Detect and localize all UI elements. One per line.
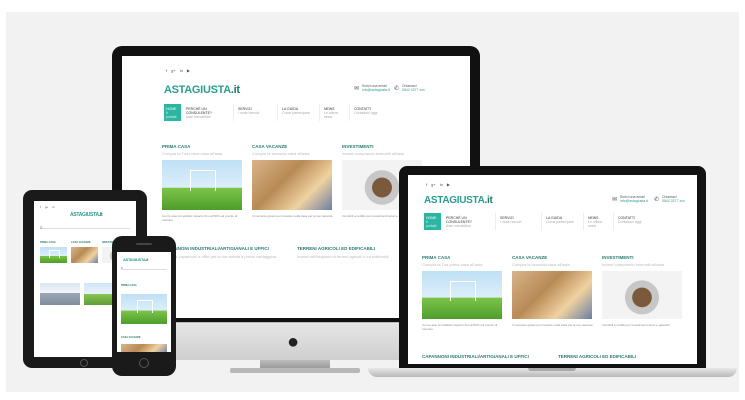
nav-servizi[interactable]: SERVIZI I nostri servizi <box>496 213 542 230</box>
section-subtitle: Compra la seconda casa all'asta <box>512 262 570 267</box>
contact-phone[interactable]: ✆ Chiamaci 0542 0277 xxx <box>394 84 425 92</box>
section-capannoni: CAPANNONI INDUSTRIALI/ARTIGIANALI E UFFI… <box>162 246 282 259</box>
contact-email[interactable]: ✉ Scrivi una email info@astagiusta.it <box>354 84 390 92</box>
imac-stand-foot <box>230 368 360 373</box>
section-title: CAPANNONI INDUSTRIALI/ARTIGIANALI E UFFI… <box>422 354 529 359</box>
section-subtitle: Acquista capannoni e uffici per la tua a… <box>162 254 277 259</box>
section-desc: Il momento giusto per investire nella ca… <box>512 323 594 327</box>
house-family-image[interactable] <box>121 294 167 324</box>
hand-house-image[interactable] <box>121 344 167 352</box>
nav-perche[interactable]: PERCHÈ UN CONSULENTE? Aste immobiliari <box>442 213 496 230</box>
section-subtitle: Compra la Tua prima casa all'asta <box>162 151 223 156</box>
nav-la-guida[interactable]: LA GUIDA Come partecipare <box>542 213 584 230</box>
hand-house-image[interactable] <box>512 271 592 319</box>
house-model-image[interactable] <box>602 271 682 319</box>
linkedin-icon[interactable]: in <box>52 205 54 209</box>
site-logo[interactable]: ASTAGIUSTA.it <box>424 195 493 206</box>
section-prima-casa: PRIMA CASA Compra la Tua prima casa all'… <box>422 255 504 331</box>
section-terreni: TERRENI AGRICOLI ED EDIFICABILI <box>558 354 678 359</box>
nav-news[interactable]: NEWS Le ultime news <box>320 104 350 121</box>
youtube-icon[interactable]: ▶ <box>187 68 190 73</box>
site-logo[interactable]: ASTAGIUSTA.it <box>123 257 148 262</box>
envelope-icon: ✉ <box>612 196 618 203</box>
tablet-home-button <box>80 359 88 367</box>
nav-home[interactable]: HOME Il portale <box>164 104 182 121</box>
house-family-image[interactable] <box>422 271 502 319</box>
section-subtitle: Investi comprando immobili all'asta <box>342 151 404 156</box>
section-capannoni: CAPANNONI INDUSTRIALI/ARTIGIANALI E UFFI… <box>422 354 542 359</box>
nav-home[interactable]: HOME Il portale <box>424 213 442 230</box>
facebook-icon[interactable]: f <box>40 205 41 209</box>
section-title: CASA VACANZE <box>71 241 91 244</box>
social-bar: f g+ in ▶ <box>426 182 450 187</box>
section-casa-vacanze: CASA VACANZE Compra la seconda casa all'… <box>512 255 594 327</box>
hand-house-image[interactable] <box>252 160 332 210</box>
facebook-icon[interactable]: f <box>426 182 427 187</box>
section-casa-vacanze: CASA VACANZE Compra la seconda casa all'… <box>252 144 334 218</box>
google-plus-icon[interactable]: g+ <box>45 205 48 209</box>
contact-email[interactable]: ✉ Scrivi una email info@astagiusta.it <box>612 195 648 203</box>
section-title: PRIMA CASA <box>40 241 56 244</box>
nav-news[interactable]: NEWS Le ultime news <box>584 213 614 230</box>
section-title: CASA VACANZE <box>512 255 548 260</box>
menu-icon[interactable]: ≡ <box>121 266 167 270</box>
section-subtitle: Compra la seconda casa all'asta <box>252 151 310 156</box>
imac-stand-neck <box>260 360 330 368</box>
hand-house-image[interactable] <box>71 247 98 263</box>
section-title: TERRENI AGRICOLI ED EDIFICABILI <box>558 354 637 359</box>
laptop-screen: f g+ in ▶ ASTAGIUSTA.it ✉ Scrivi una ema… <box>408 175 697 364</box>
section-desc: Con le aste immobiliari risparmi fino al… <box>422 323 498 331</box>
google-plus-icon[interactable]: g+ <box>431 182 436 187</box>
warehouse-image[interactable] <box>40 283 80 305</box>
house-family-image[interactable] <box>40 247 67 263</box>
nav-contatti[interactable]: CONTATTI Contattaci oggi <box>350 104 384 121</box>
youtube-icon[interactable]: ▶ <box>447 182 450 187</box>
phone-home-button <box>139 358 149 368</box>
phone-icon: ✆ <box>654 196 660 203</box>
section-title: PRIMA CASA <box>121 284 137 287</box>
section-prima-casa: PRIMA CASA Compra la Tua prima casa all'… <box>162 144 244 222</box>
facebook-icon[interactable]: f <box>166 68 167 73</box>
nav-servizi[interactable]: SERVIZI I nostri servizi <box>234 104 278 121</box>
section-title: CAPANNONI INDUSTRIALI/ARTIGIANALI E UFFI… <box>162 246 269 251</box>
nav-contatti[interactable]: CONTATTI Contattaci oggi <box>614 213 650 230</box>
section-desc: Immobili a reddito per investimenti sicu… <box>602 323 671 327</box>
social-bar: f g+ in ▶ <box>166 68 190 73</box>
section-title: PRIMA CASA <box>162 144 191 149</box>
section-title: INVESTIMENTI <box>602 255 634 260</box>
phone-speaker <box>136 243 152 245</box>
google-plus-icon[interactable]: g+ <box>171 68 176 73</box>
linkedin-icon[interactable]: in <box>440 182 443 187</box>
menu-icon[interactable]: ≡ <box>40 225 130 230</box>
site-logo[interactable]: ASTAGIUSTA.it <box>70 212 103 218</box>
section-title: PRIMA CASA <box>422 255 451 260</box>
phone-screen: ASTAGIUSTA.it ≡ PRIMA CASA CASA VACANZE <box>117 252 171 352</box>
section-subtitle: Investi comprando immobili all'asta <box>602 262 664 267</box>
section-title: INVESTIMENTI <box>342 144 374 149</box>
section-investimenti: INVESTIMENTI Investi comprando immobili … <box>602 255 684 327</box>
section-subtitle: Compra la Tua prima casa all'asta <box>422 262 483 267</box>
section-title: CASA VACANZE <box>121 336 141 339</box>
envelope-icon: ✉ <box>354 85 360 92</box>
site-logo[interactable]: ASTAGIUSTA.it <box>164 84 240 96</box>
house-family-image[interactable] <box>162 160 242 210</box>
main-nav: HOME Il portale PERCHÈ UN CONSULENTE? Aste… <box>424 213 650 230</box>
apple-logo-icon: ● <box>286 331 300 353</box>
section-desc: Con le aste immobiliari risparmi fino al… <box>162 214 238 222</box>
linkedin-icon[interactable]: in <box>180 68 183 73</box>
phone-icon: ✆ <box>394 85 400 92</box>
contact-phone[interactable]: ✆ Chiamaci 0542 0277 xxx <box>654 195 685 203</box>
laptop-notch <box>528 368 576 371</box>
section-title: CASA VACANZE <box>252 144 288 149</box>
main-nav: HOME Il portale PERCHÈ UN CONSULENTE? Aste… <box>164 104 384 121</box>
nav-la-guida[interactable]: LA GUIDA Come partecipare <box>278 104 320 121</box>
nav-perche[interactable]: PERCHÈ UN CONSULENTE? Aste immobiliari <box>182 104 234 121</box>
section-desc: Il momento giusto per investire nella ca… <box>252 214 334 218</box>
social-bar: f g+ in <box>40 205 55 209</box>
